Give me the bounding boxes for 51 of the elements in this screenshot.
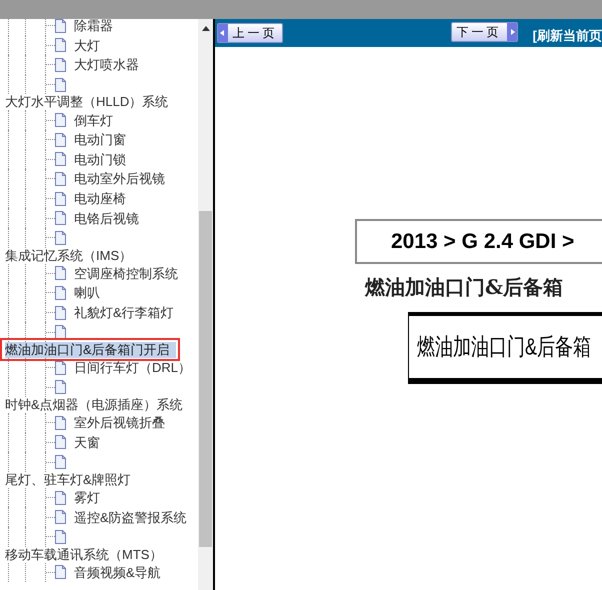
- tree-item[interactable]: 遥控&防盗警报系统: [74, 510, 187, 524]
- tree-folder[interactable]: 移动车载通讯系统（MTS）: [5, 546, 162, 563]
- page-icon: [55, 286, 66, 300]
- tree-item[interactable]: 室外后视镜折叠: [74, 416, 165, 430]
- tree-item[interactable]: 天窗: [74, 436, 100, 449]
- breadcrumb-box: 2013 > G 2.4 GDI >: [355, 219, 602, 264]
- page-icon: [55, 510, 66, 524]
- page-icon: [55, 132, 66, 147]
- document-heading: 燃油加油口门&后备箱: [365, 275, 564, 299]
- tree-item[interactable]: 礼貌灯&行李箱灯: [74, 306, 174, 320]
- tree-item[interactable]: 电动座椅: [74, 192, 126, 206]
- page-icon: [55, 435, 66, 450]
- scrollbar[interactable]: [198, 19, 213, 590]
- scrollbar-thumb[interactable]: [199, 211, 212, 547]
- tree-item[interactable]: 电动室外后视镜: [74, 172, 165, 186]
- next-page-button[interactable]: 下一页: [450, 22, 518, 42]
- page-icon: [55, 266, 66, 280]
- tree-item[interactable]: 倒车灯: [74, 114, 113, 127]
- figure-frame: 燃油加油口门&后备箱: [408, 312, 602, 384]
- page-icon: [55, 416, 66, 430]
- tree-folder[interactable]: 尾灯、驻车灯&牌照灯: [5, 472, 131, 488]
- page-icon: [55, 19, 66, 33]
- tree-item[interactable]: 电动门锁: [74, 152, 126, 166]
- page-icon: [55, 306, 66, 320]
- tree-folder[interactable]: 燃油加油口门&后备箱门开启: [5, 342, 176, 358]
- tree-folder[interactable]: 大灯水平调整（HLLD）系统: [5, 94, 168, 110]
- refresh-link[interactable]: [刷新当前页: [532, 29, 602, 42]
- tree-item[interactable]: 喇叭: [74, 286, 100, 300]
- tree-item[interactable]: 音频视频&导航: [74, 566, 161, 579]
- scroll-up-icon[interactable]: [202, 26, 210, 31]
- page-icon: [55, 113, 66, 128]
- tree-item[interactable]: 大灯喷水器: [74, 58, 139, 72]
- prev-page-button[interactable]: 上一页: [217, 23, 283, 43]
- tree-item[interactable]: 除霜器: [74, 19, 113, 32]
- tree-item[interactable]: 电铬后视镜: [74, 212, 139, 225]
- page-icon: [55, 58, 66, 72]
- page-icon: [55, 172, 66, 186]
- page-icon: [55, 565, 66, 580]
- tree-item[interactable]: 大灯: [74, 38, 100, 52]
- page-icon: [55, 360, 66, 375]
- tree-item[interactable]: 空调座椅控制系统: [74, 266, 178, 280]
- page-icon: [55, 490, 66, 505]
- tree-item[interactable]: 雾灯: [74, 491, 100, 504]
- page-icon: [55, 211, 66, 226]
- tree-folder[interactable]: 集成记忆系统（IMS）: [5, 248, 132, 264]
- page-icon: [55, 152, 66, 166]
- page-icon: [55, 38, 66, 52]
- tree-item[interactable]: 日间行车灯（DRL）: [74, 361, 192, 374]
- tree-item[interactable]: 电动门窗: [74, 133, 126, 146]
- tree-folder[interactable]: 时钟&点烟器（电源插座）系统: [5, 397, 183, 414]
- page-icon: [55, 192, 66, 206]
